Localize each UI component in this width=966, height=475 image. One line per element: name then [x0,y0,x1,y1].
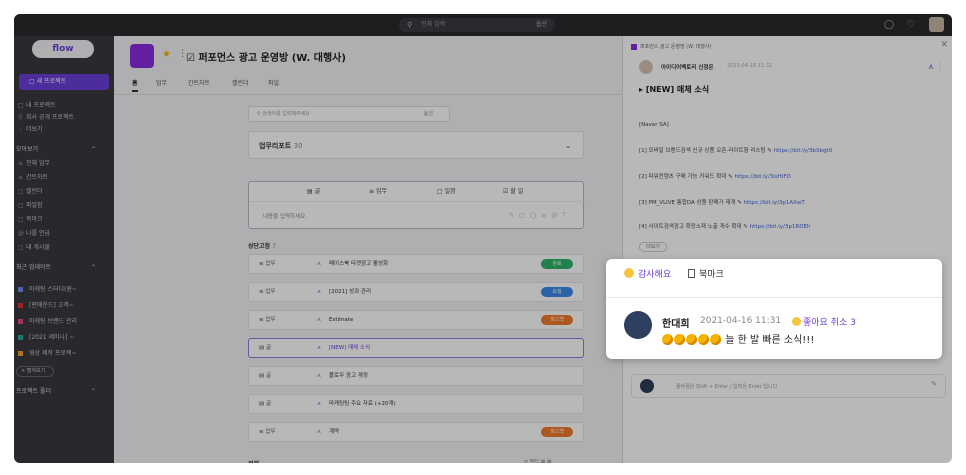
commenter-avatar[interactable] [624,311,652,339]
like-label: 좋아요 취소 [803,318,848,328]
smile-icon [624,268,634,278]
clap-icon [674,334,685,345]
divider [606,297,942,298]
comment-popup: 감사해요 북마크 한대희 2021-04-16 11:31 좋아요 취소 3 늘… [606,259,942,359]
like-count: 3 [850,318,856,328]
unlike-button[interactable]: 좋아요 취소 3 [792,315,856,328]
comment-date: 2021-04-16 11:31 [700,316,782,326]
clap-icon [686,334,697,345]
clap-icon [662,334,673,345]
thanks-button[interactable]: 감사해요 [624,267,671,280]
app-window: ⚲ 전체 검색 옵션 ◯ ♡ flow □ 새 프로젝트 □ 내 프로젝트 ⚲ 회사… [14,14,952,463]
comment-text: 늘 한 발 빠른 소식!!! [662,331,814,346]
commenter-name[interactable]: 한대희 [662,315,690,330]
comment-body: 늘 한 발 빠른 소식!!! [725,335,815,346]
bookmark-button[interactable]: 북마크 [688,267,724,280]
thanks-label: 감사해요 [638,270,672,280]
clap-icon [698,334,709,345]
bookmark-icon [688,269,695,278]
modal-overlay[interactable] [14,14,952,463]
smile-icon [792,317,801,326]
bookmark-label: 북마크 [699,270,724,280]
clap-icon [710,334,721,345]
